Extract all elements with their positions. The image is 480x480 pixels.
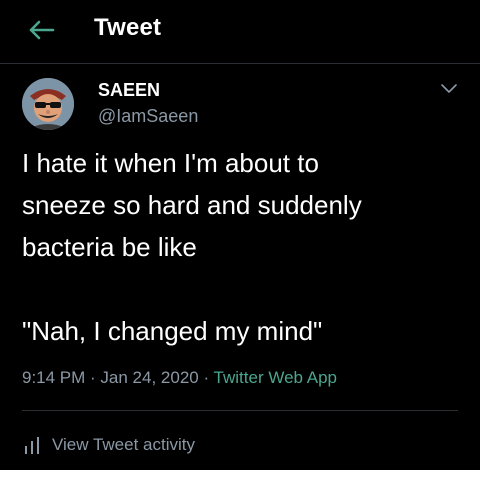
tweet-text-line: sneeze so hard and suddenly	[22, 190, 362, 220]
chevron-down-icon	[441, 84, 457, 93]
view-tweet-activity-label: View Tweet activity	[52, 435, 195, 454]
tweet-text-line: I hate it when I'm about to	[22, 148, 319, 178]
tweet-source-link[interactable]: Twitter Web App	[214, 368, 337, 387]
view-tweet-activity-button[interactable]: View Tweet activity	[22, 432, 195, 458]
tweet-date[interactable]: Jan 24, 2020	[100, 368, 198, 387]
arrow-left-icon	[29, 20, 55, 40]
page-title: Tweet	[94, 14, 162, 41]
avatar[interactable]	[22, 78, 74, 130]
tweet-text-line: bacteria be like	[22, 232, 197, 262]
more-options-button[interactable]	[438, 80, 460, 96]
meta-separator: ·	[198, 368, 214, 387]
author-handle[interactable]: @IamSaeen	[98, 106, 198, 127]
back-button[interactable]	[26, 18, 56, 42]
tweet-screen: Tweet SAEEN @IamSaeen I hate it when I'm…	[0, 0, 480, 470]
tweet-text-line: "Nah, I changed my mind"	[22, 316, 323, 346]
tweet-text: I hate it when I'm about to sneeze so ha…	[22, 142, 462, 352]
tweet-time[interactable]: 9:14 PM	[22, 368, 85, 387]
meta-separator: ·	[85, 368, 101, 387]
bar-chart-icon	[25, 437, 39, 454]
tweet-meta: 9:14 PM · Jan 24, 2020 · Twitter Web App	[22, 368, 337, 388]
meta-divider	[22, 410, 458, 411]
header-divider	[0, 63, 480, 64]
avatar-image	[22, 78, 74, 130]
top-bar: Tweet	[0, 0, 480, 60]
author-display-name[interactable]: SAEEN	[98, 80, 160, 101]
